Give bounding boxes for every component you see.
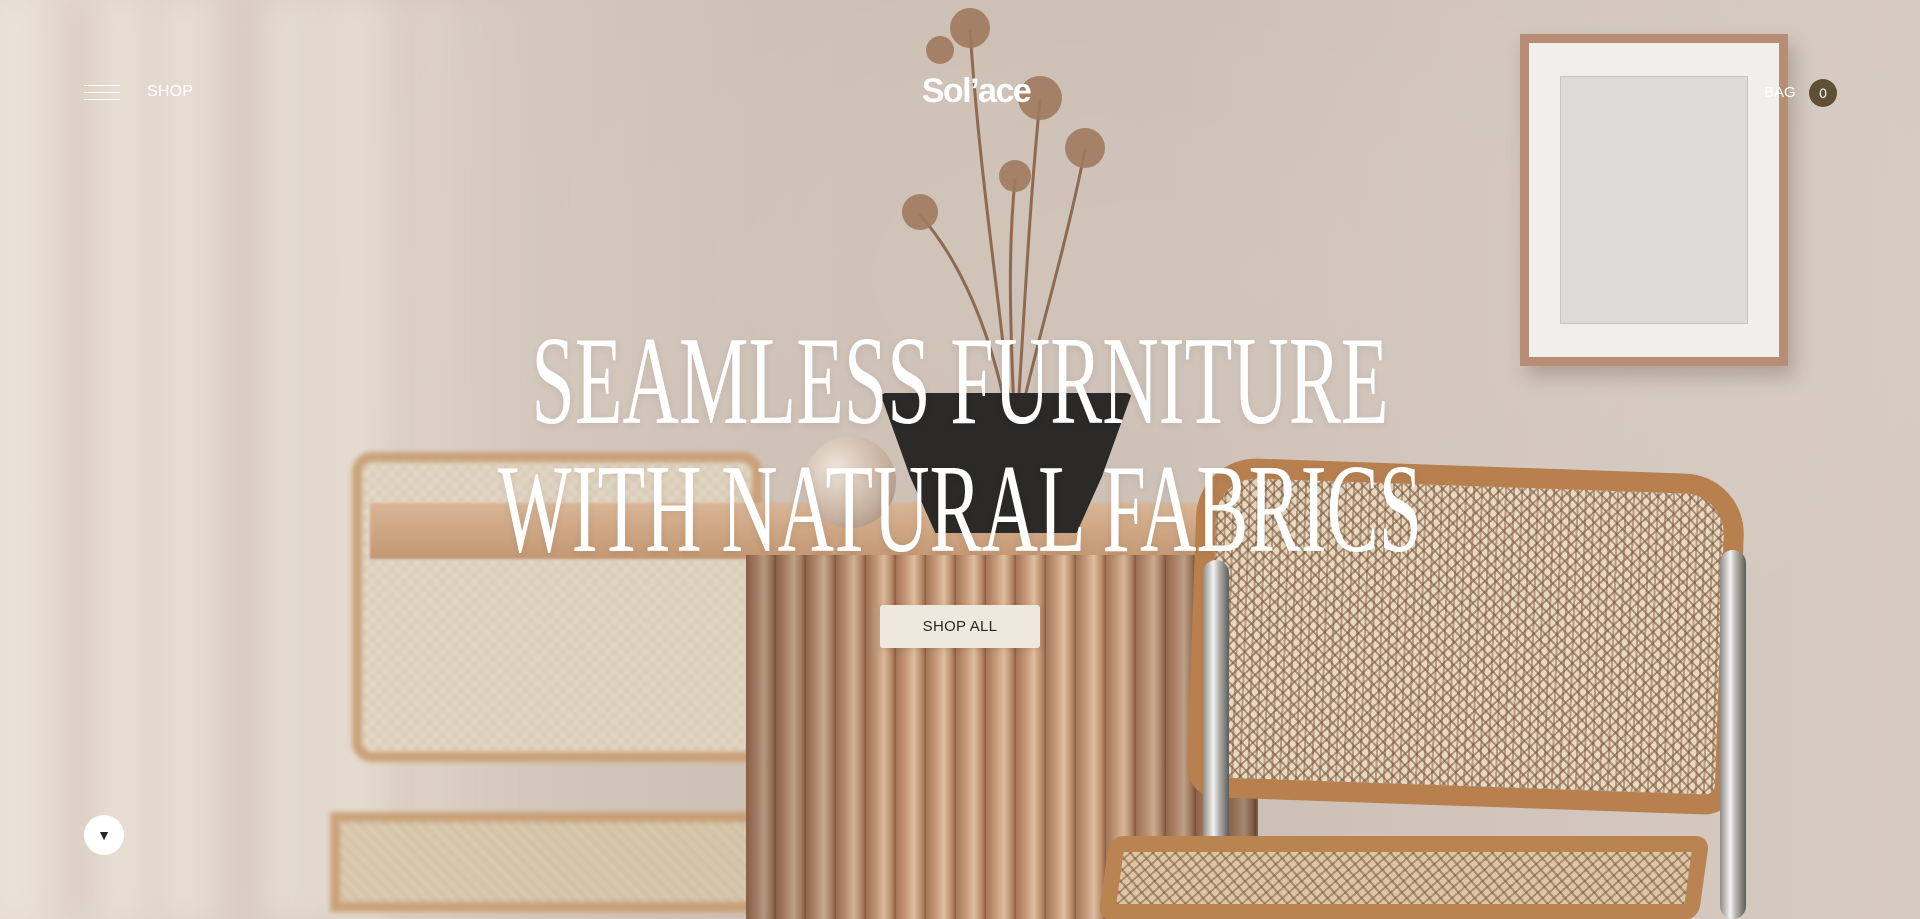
- bag-count-badge[interactable]: 0: [1809, 79, 1837, 107]
- hero-headline-line2: WITH NATURAL FABRICS: [497, 440, 1423, 579]
- hero-section: SHOP Sol’ace BAG 0 SEAMLESS FURNITURE WI…: [0, 0, 1920, 919]
- scroll-down-button[interactable]: ▼: [84, 815, 124, 855]
- hero-headline: SEAMLESS FURNITURE WITH NATURAL FABRICS: [365, 318, 1555, 574]
- caret-down-icon: ▼: [97, 827, 111, 843]
- site-logo[interactable]: Sol’ace: [0, 72, 1920, 111]
- left-chair-seat-image: [330, 812, 770, 912]
- shop-all-button[interactable]: SHOP ALL: [880, 605, 1040, 648]
- bag-link[interactable]: BAG: [1764, 84, 1796, 101]
- site-header: SHOP Sol’ace BAG 0: [0, 0, 1920, 186]
- chair-tube-frame: [1720, 550, 1746, 919]
- cane-chair-seat-image: [1098, 836, 1710, 919]
- hero-headline-line1: SEAMLESS FURNITURE: [531, 312, 1389, 451]
